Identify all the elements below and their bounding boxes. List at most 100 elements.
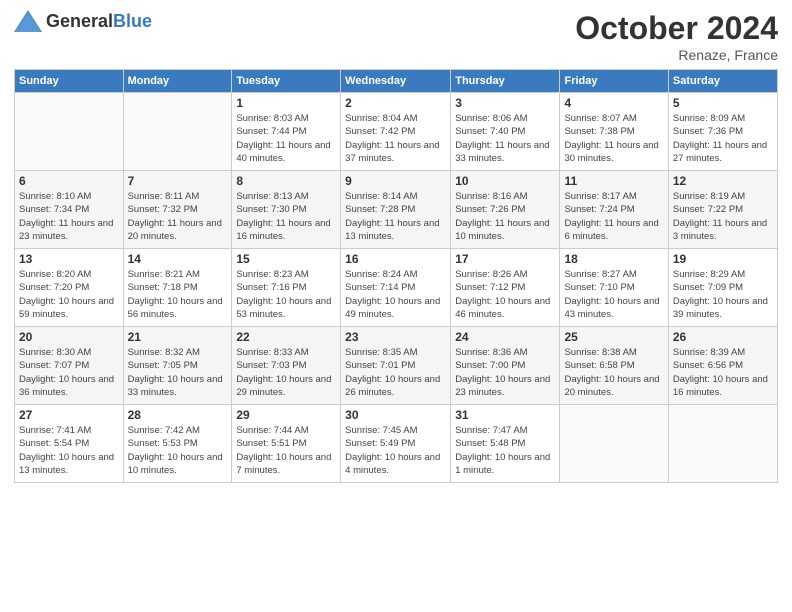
day-info: Sunrise: 8:23 AM Sunset: 7:16 PM Dayligh… <box>236 268 336 321</box>
month-title: October 2024 <box>575 10 778 47</box>
day-number: 22 <box>236 330 336 344</box>
title-area: October 2024 Renaze, France <box>575 10 778 63</box>
day-info: Sunrise: 8:24 AM Sunset: 7:14 PM Dayligh… <box>345 268 446 321</box>
day-info: Sunrise: 8:04 AM Sunset: 7:42 PM Dayligh… <box>345 112 446 165</box>
day-info: Sunrise: 8:09 AM Sunset: 7:36 PM Dayligh… <box>673 112 773 165</box>
col-monday: Monday <box>123 70 232 93</box>
day-info: Sunrise: 8:38 AM Sunset: 6:58 PM Dayligh… <box>564 346 663 399</box>
table-row: 10 Sunrise: 8:16 AM Sunset: 7:26 PM Dayli… <box>451 171 560 249</box>
col-friday: Friday <box>560 70 668 93</box>
table-row: 9 Sunrise: 8:14 AM Sunset: 7:28 PM Daylig… <box>341 171 451 249</box>
table-row <box>668 405 777 483</box>
calendar-table: Sunday Monday Tuesday Wednesday Thursday… <box>14 69 778 483</box>
day-info: Sunrise: 8:06 AM Sunset: 7:40 PM Dayligh… <box>455 112 555 165</box>
day-number: 7 <box>128 174 228 188</box>
day-number: 24 <box>455 330 555 344</box>
table-row <box>560 405 668 483</box>
day-number: 11 <box>564 174 663 188</box>
day-info: Sunrise: 7:47 AM Sunset: 5:48 PM Dayligh… <box>455 424 555 477</box>
day-info: Sunrise: 8:13 AM Sunset: 7:30 PM Dayligh… <box>236 190 336 243</box>
day-number: 13 <box>19 252 119 266</box>
table-row: 31 Sunrise: 7:47 AM Sunset: 5:48 PM Dayli… <box>451 405 560 483</box>
day-info: Sunrise: 8:33 AM Sunset: 7:03 PM Dayligh… <box>236 346 336 399</box>
logo: GeneralBlue <box>14 10 152 32</box>
day-info: Sunrise: 8:36 AM Sunset: 7:00 PM Dayligh… <box>455 346 555 399</box>
day-info: Sunrise: 8:07 AM Sunset: 7:38 PM Dayligh… <box>564 112 663 165</box>
day-number: 15 <box>236 252 336 266</box>
table-row: 27 Sunrise: 7:41 AM Sunset: 5:54 PM Dayli… <box>15 405 124 483</box>
table-row: 16 Sunrise: 8:24 AM Sunset: 7:14 PM Dayli… <box>341 249 451 327</box>
logo-general: General <box>46 11 113 31</box>
table-row: 29Sunrise: 7:44 AM Sunset: 5:51 PM Dayli… <box>232 405 341 483</box>
calendar-week-1: 1 Sunrise: 8:03 AM Sunset: 7:44 PM Daylig… <box>15 93 778 171</box>
header-row: Sunday Monday Tuesday Wednesday Thursday… <box>15 70 778 93</box>
day-number: 10 <box>455 174 555 188</box>
day-info: Sunrise: 8:16 AM Sunset: 7:26 PM Dayligh… <box>455 190 555 243</box>
table-row: 19 Sunrise: 8:29 AM Sunset: 7:09 PM Dayli… <box>668 249 777 327</box>
table-row: 17 Sunrise: 8:26 AM Sunset: 7:12 PM Dayli… <box>451 249 560 327</box>
calendar-week-3: 13Sunrise: 8:20 AM Sunset: 7:20 PM Dayli… <box>15 249 778 327</box>
calendar-week-2: 6Sunrise: 8:10 AM Sunset: 7:34 PM Daylig… <box>15 171 778 249</box>
table-row: 12Sunrise: 8:19 AM Sunset: 7:22 PM Dayli… <box>668 171 777 249</box>
header-area: GeneralBlue October 2024 Renaze, France <box>14 10 778 63</box>
day-number: 4 <box>564 96 663 110</box>
table-row: 13Sunrise: 8:20 AM Sunset: 7:20 PM Dayli… <box>15 249 124 327</box>
day-info: Sunrise: 8:03 AM Sunset: 7:44 PM Dayligh… <box>236 112 336 165</box>
table-row: 21Sunrise: 8:32 AM Sunset: 7:05 PM Dayli… <box>123 327 232 405</box>
day-number: 27 <box>19 408 119 422</box>
day-info: Sunrise: 8:39 AM Sunset: 6:56 PM Dayligh… <box>673 346 773 399</box>
day-info: Sunrise: 8:29 AM Sunset: 7:09 PM Dayligh… <box>673 268 773 321</box>
table-row: 23Sunrise: 8:35 AM Sunset: 7:01 PM Dayli… <box>341 327 451 405</box>
main-container: GeneralBlue October 2024 Renaze, France … <box>0 0 792 493</box>
day-info: Sunrise: 8:21 AM Sunset: 7:18 PM Dayligh… <box>128 268 228 321</box>
day-number: 31 <box>455 408 555 422</box>
day-info: Sunrise: 7:45 AM Sunset: 5:49 PM Dayligh… <box>345 424 446 477</box>
day-number: 26 <box>673 330 773 344</box>
day-number: 9 <box>345 174 446 188</box>
table-row: 18Sunrise: 8:27 AM Sunset: 7:10 PM Dayli… <box>560 249 668 327</box>
table-row: 3 Sunrise: 8:06 AM Sunset: 7:40 PM Daylig… <box>451 93 560 171</box>
table-row: 1 Sunrise: 8:03 AM Sunset: 7:44 PM Daylig… <box>232 93 341 171</box>
table-row: 25Sunrise: 8:38 AM Sunset: 6:58 PM Dayli… <box>560 327 668 405</box>
table-row <box>123 93 232 171</box>
table-row: 8Sunrise: 8:13 AM Sunset: 7:30 PM Daylig… <box>232 171 341 249</box>
day-number: 17 <box>455 252 555 266</box>
day-number: 29 <box>236 408 336 422</box>
day-number: 28 <box>128 408 228 422</box>
day-number: 21 <box>128 330 228 344</box>
day-number: 5 <box>673 96 773 110</box>
day-number: 16 <box>345 252 446 266</box>
day-info: Sunrise: 8:30 AM Sunset: 7:07 PM Dayligh… <box>19 346 119 399</box>
table-row: 30Sunrise: 7:45 AM Sunset: 5:49 PM Dayli… <box>341 405 451 483</box>
table-row: 22 Sunrise: 8:33 AM Sunset: 7:03 PM Dayli… <box>232 327 341 405</box>
col-sunday: Sunday <box>15 70 124 93</box>
table-row: 26 Sunrise: 8:39 AM Sunset: 6:56 PM Dayli… <box>668 327 777 405</box>
day-number: 1 <box>236 96 336 110</box>
table-row: 11Sunrise: 8:17 AM Sunset: 7:24 PM Dayli… <box>560 171 668 249</box>
table-row <box>15 93 124 171</box>
calendar-week-4: 20Sunrise: 8:30 AM Sunset: 7:07 PM Dayli… <box>15 327 778 405</box>
day-info: Sunrise: 7:41 AM Sunset: 5:54 PM Dayligh… <box>19 424 119 477</box>
col-thursday: Thursday <box>451 70 560 93</box>
day-number: 2 <box>345 96 446 110</box>
day-info: Sunrise: 8:26 AM Sunset: 7:12 PM Dayligh… <box>455 268 555 321</box>
table-row: 20Sunrise: 8:30 AM Sunset: 7:07 PM Dayli… <box>15 327 124 405</box>
day-info: Sunrise: 8:14 AM Sunset: 7:28 PM Dayligh… <box>345 190 446 243</box>
calendar-week-5: 27 Sunrise: 7:41 AM Sunset: 5:54 PM Dayli… <box>15 405 778 483</box>
table-row: 7Sunrise: 8:11 AM Sunset: 7:32 PM Daylig… <box>123 171 232 249</box>
day-number: 23 <box>345 330 446 344</box>
day-number: 14 <box>128 252 228 266</box>
table-row: 6Sunrise: 8:10 AM Sunset: 7:34 PM Daylig… <box>15 171 124 249</box>
logo-icon <box>14 10 42 32</box>
day-number: 18 <box>564 252 663 266</box>
day-number: 6 <box>19 174 119 188</box>
subtitle: Renaze, France <box>575 47 778 63</box>
day-info: Sunrise: 8:19 AM Sunset: 7:22 PM Dayligh… <box>673 190 773 243</box>
table-row: 14 Sunrise: 8:21 AM Sunset: 7:18 PM Dayli… <box>123 249 232 327</box>
day-info: Sunrise: 7:42 AM Sunset: 5:53 PM Dayligh… <box>128 424 228 477</box>
logo-blue: Blue <box>113 11 152 31</box>
table-row: 5 Sunrise: 8:09 AM Sunset: 7:36 PM Daylig… <box>668 93 777 171</box>
day-number: 19 <box>673 252 773 266</box>
col-tuesday: Tuesday <box>232 70 341 93</box>
day-number: 3 <box>455 96 555 110</box>
